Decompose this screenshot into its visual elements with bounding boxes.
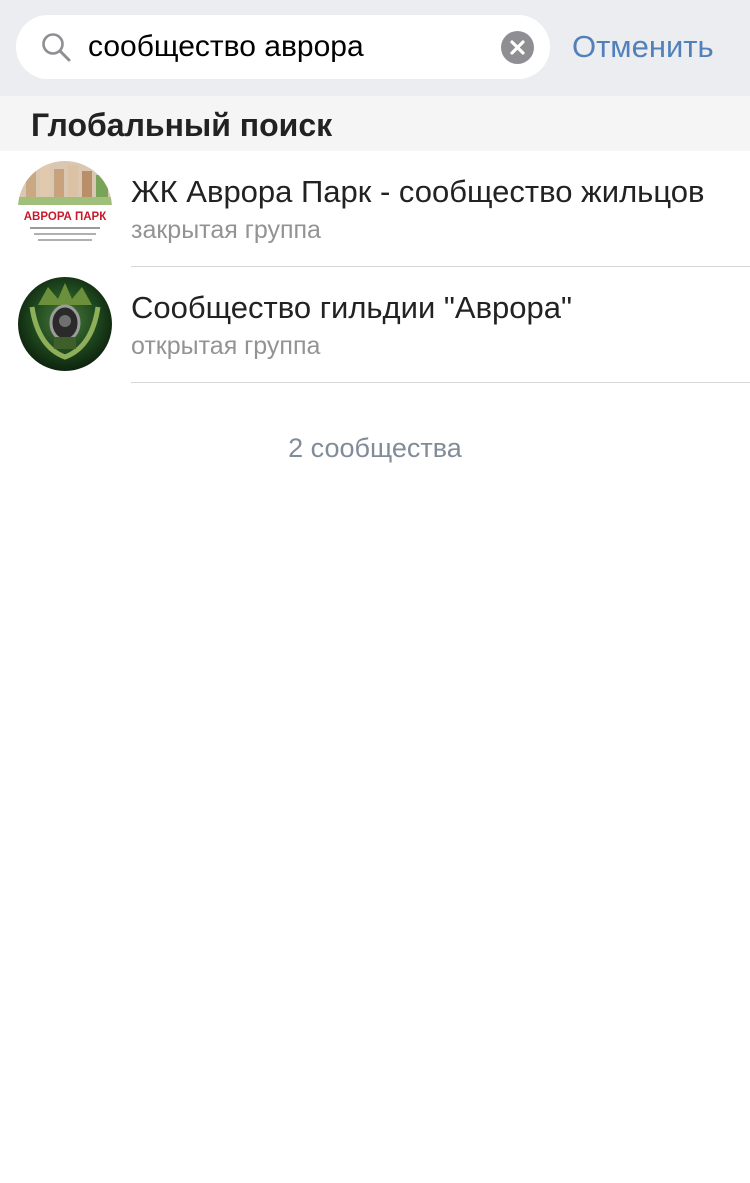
section-title: Глобальный поиск bbox=[31, 107, 333, 143]
search-bar: сообщество аврора Отменить bbox=[0, 0, 750, 96]
section-header: Глобальный поиск bbox=[0, 96, 750, 151]
result-title: Сообщество гильдии "Аврора" bbox=[131, 290, 573, 325]
result-subtitle: открытая группа bbox=[131, 332, 321, 360]
list-item[interactable]: Сообщество гильдии "Аврора" открытая гру… bbox=[0, 267, 750, 383]
clear-icon[interactable] bbox=[501, 31, 534, 64]
results-count: 2 сообщества bbox=[288, 433, 462, 463]
search-input[interactable]: сообщество аврора bbox=[88, 15, 364, 79]
search-icon bbox=[42, 33, 71, 62]
avatar bbox=[18, 277, 112, 371]
avatar-image bbox=[18, 277, 112, 371]
divider bbox=[131, 382, 750, 383]
avatar-image: АВРОРА ПАРК bbox=[18, 161, 112, 255]
avatar: АВРОРА ПАРК bbox=[18, 161, 112, 255]
result-title: ЖК Аврора Парк - сообщество жильцов bbox=[131, 174, 705, 209]
cancel-button[interactable]: Отменить bbox=[572, 15, 714, 79]
avatar-logo-text: АВРОРА ПАРК bbox=[24, 211, 107, 223]
result-subtitle: закрытая группа bbox=[131, 216, 321, 244]
list-item[interactable]: АВРОРА ПАРК ЖК Аврора Парк - сообщество … bbox=[0, 151, 750, 267]
